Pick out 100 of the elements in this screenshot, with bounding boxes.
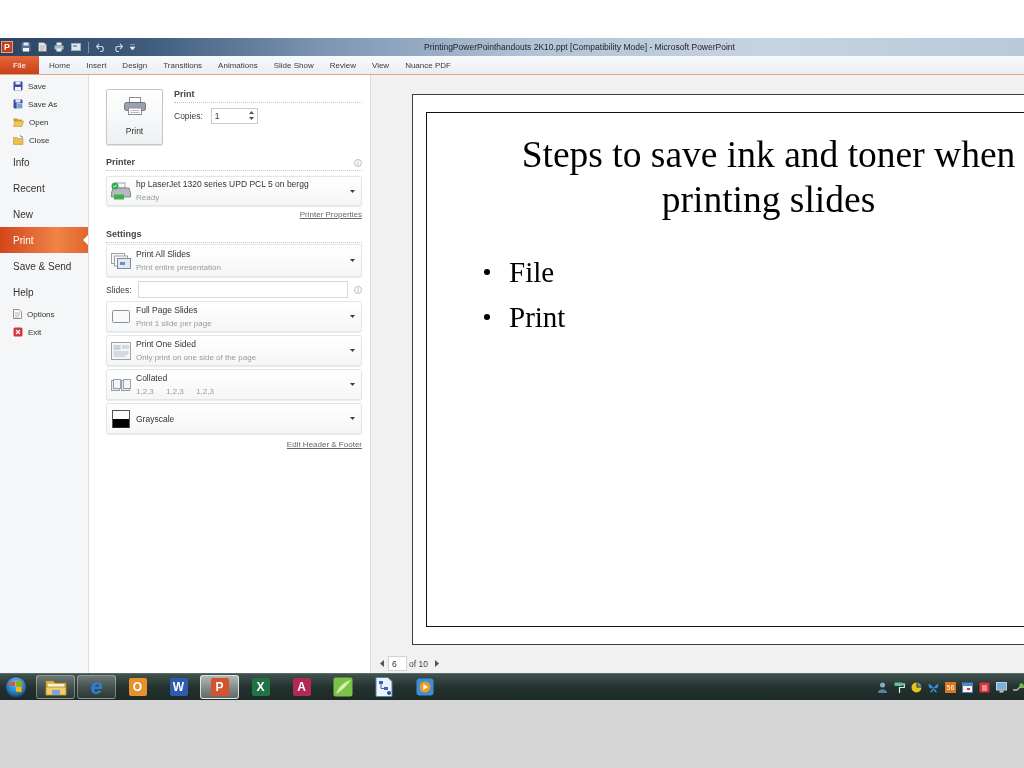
start-button[interactable] [4,675,28,699]
ribbon-tab[interactable]: View [363,56,398,74]
caret-icon [350,259,355,262]
backstage-nav-item[interactable]: Save As [0,95,88,113]
backstage-nav-item[interactable]: Help [0,279,88,305]
caret-icon [350,383,355,386]
copies-field[interactable]: 1 [210,108,258,124]
page-icon [110,341,131,360]
ribbon-tab[interactable]: Transitions [155,56,211,74]
document-icon[interactable] [38,42,47,52]
next-page-icon[interactable] [434,660,439,667]
page-number-field[interactable]: 6 [388,656,407,671]
backstage-nav-item[interactable]: Options [0,305,88,323]
section-heading: Settings [106,229,142,240]
backstage-nav-item[interactable]: Info [0,149,88,175]
slides-stack-icon [110,252,131,269]
folder-icon [13,135,24,145]
backstage-nav-item[interactable]: Close [0,131,88,149]
page-count: of 10 [409,658,428,669]
pages-icon [110,378,131,391]
slide-title: Steps to save ink and toner when printing slides [520,133,1017,222]
printer-dropdown[interactable]: hp LaserJet 1320 series UPD PCL 5 on bergg Ready [106,176,362,206]
diagram-icon [373,677,394,697]
app-logo: X [251,678,270,696]
print-range-dropdown[interactable]: Print All Slides Print entire presentation [106,244,362,277]
edit-header-footer-link[interactable]: Edit Header & Footer [286,440,362,450]
butterfly-icon[interactable] [928,681,939,693]
ribbon-tab[interactable]: Review [321,56,364,74]
person-icon[interactable] [877,681,888,693]
window-title: PrintingPowerPointhandouts 2K10.ppt [Compatibility Mode] - Microsoft PowerPoint [424,42,735,52]
print-icon[interactable] [54,42,64,52]
slides-field[interactable] [137,281,348,298]
backstage-nav-item[interactable]: New [0,201,88,227]
print-button[interactable]: Print [106,89,163,145]
folder-icon [44,678,67,696]
close-icon [13,327,23,337]
taskbar-button[interactable]: X [241,675,280,699]
pie-chart-icon[interactable] [911,681,922,693]
app-logo: W [169,678,188,696]
caret-icon [350,315,355,318]
backstage-nav-item[interactable]: Print [0,227,88,253]
copies-label: Copies: [174,111,203,121]
app-logo: P [210,678,229,696]
ribbon-tab[interactable]: Animations [210,56,266,74]
windows-logo-icon [5,676,27,698]
bullet-text: Print [509,299,566,334]
app-logo: e [90,677,103,697]
printer-check-icon [110,182,131,200]
printer-icon [123,97,146,115]
taskbar-button[interactable]: A [282,675,321,699]
ribbon-tab[interactable]: File [0,56,39,74]
previous-page-icon[interactable] [380,660,384,667]
save-as-icon [13,99,23,109]
sides-dropdown[interactable]: Print One Sided Only print on one side of the page [106,335,362,366]
ribbon-tab[interactable]: Nuance PDF [397,56,459,74]
ribbon-tab[interactable]: Slide Show [265,56,322,74]
network-icon[interactable] [1013,681,1024,693]
undo-icon[interactable] [96,42,106,52]
folder-icon [13,117,24,127]
list-icon[interactable] [979,681,990,693]
app-logo: A [292,678,311,696]
leaf-icon [332,677,353,697]
spin-down-icon[interactable] [248,117,254,120]
section-heading: Printer [106,157,135,168]
ribbon-tab[interactable]: Insert [78,56,115,74]
paint-roller-icon[interactable] [894,681,905,693]
taskbar-button[interactable]: W [159,675,198,699]
redo-icon[interactable] [113,42,123,52]
backstage-nav-item[interactable]: Recent [0,175,88,201]
app-logo[interactable]: P [1,41,13,53]
monitor-icon[interactable] [996,681,1007,693]
printer-properties-link[interactable]: Printer Properties [299,210,362,220]
ribbon-tab[interactable]: Design [114,56,156,74]
save-icon [13,81,23,91]
info-icon [354,285,362,294]
backstage-nav-item[interactable]: Save & Send [0,253,88,279]
caret-icon [350,189,355,193]
color-dropdown[interactable]: Grayscale [106,403,362,434]
calendar-icon[interactable] [962,681,973,693]
taskbar-button[interactable] [36,675,75,699]
collation-dropdown[interactable]: Collated 1,2,3 1,2,3 1,2,3 [106,369,362,400]
caret-icon [350,417,355,420]
caret-icon [350,349,355,352]
spin-up-icon[interactable] [248,111,254,114]
info-icon [354,158,362,167]
backstage-nav-item[interactable]: Save [0,77,88,95]
save-icon[interactable] [21,42,31,52]
section-heading: Print [174,89,195,100]
bullet-icon [484,268,490,275]
document-icon [13,309,22,319]
layout-dropdown[interactable]: Full Page Slides Print 1 slide per page [106,301,362,332]
ribbon-tab[interactable]: Home [41,56,79,74]
bullet-icon [484,313,490,320]
taskbar-button[interactable]: P [200,675,239,699]
backstage-nav-item[interactable]: Exit [0,323,88,341]
bullet-text: File [509,254,555,289]
backstage-nav-item[interactable]: Open [0,113,88,131]
slide-icon [111,310,130,323]
slide-icon[interactable] [71,42,81,52]
caret-icon[interactable] [130,44,135,50]
